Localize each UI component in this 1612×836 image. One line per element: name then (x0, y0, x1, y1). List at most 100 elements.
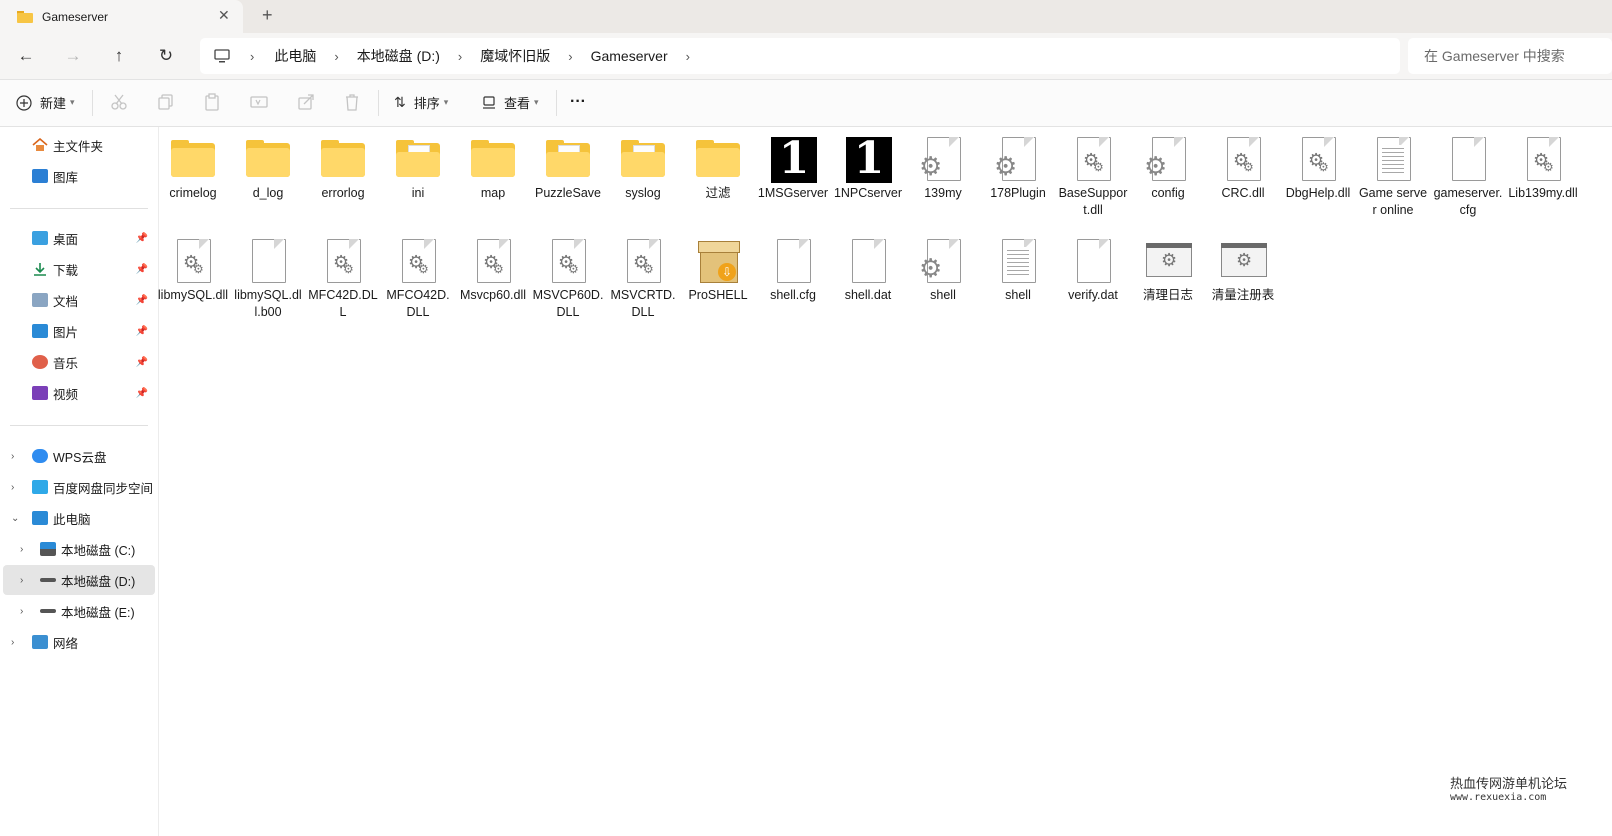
file-item[interactable]: ⚙ shell (907, 237, 979, 304)
forward-button[interactable]: → (59, 43, 87, 69)
file-item[interactable]: shell.dat (832, 237, 904, 304)
file-item[interactable]: verify.dat (1057, 237, 1129, 304)
file-name: 139my (924, 186, 962, 200)
sidebar-item-music[interactable]: 音乐 📌 (0, 347, 158, 377)
sidebar-item-documents[interactable]: 文档 📌 (0, 285, 158, 315)
file-item[interactable]: shell (982, 237, 1054, 304)
more-options-button[interactable]: ··· (570, 93, 586, 111)
pin-icon[interactable]: 📌 (136, 357, 148, 368)
new-button[interactable]: 新建 ▾ (16, 93, 75, 112)
chevron-right-icon[interactable]: › (20, 575, 23, 586)
chevron-right-icon[interactable]: › (20, 606, 23, 617)
chevron-down-icon[interactable]: ⌄ (11, 513, 19, 524)
sidebar-item-home[interactable]: 主文件夹 (0, 130, 158, 160)
breadcrumb-separator: › (457, 48, 463, 64)
chevron-right-icon[interactable]: › (11, 637, 14, 648)
folder-item[interactable]: PuzzleSave (532, 135, 604, 202)
pin-icon[interactable]: 📌 (136, 295, 148, 306)
sidebar-item-network[interactable]: › 网络 (0, 627, 158, 657)
folder-item[interactable]: syslog (607, 135, 679, 202)
sort-button[interactable]: ⇅ 排序 ▾ (394, 93, 448, 112)
share-icon[interactable] (297, 93, 315, 111)
breadcrumb-item[interactable]: Gameserver (591, 48, 668, 64)
view-button[interactable]: 查看 ▾ (482, 93, 539, 112)
file-item[interactable]: ⚙ ⚙ CRC.dll (1207, 135, 1279, 202)
chevron-right-icon[interactable]: › (11, 482, 14, 493)
chevron-right-icon[interactable]: › (11, 451, 14, 462)
command-toolbar: 新建 ▾ ⇅ 排序 ▾ 查看 ▾ ··· (0, 80, 1612, 127)
folder-icon (544, 135, 592, 183)
file-item[interactable]: ⚙ ⚙ MFCO42D.DLL (382, 237, 454, 320)
breadcrumb-item[interactable]: 本地磁盘 (D:) (357, 46, 440, 66)
back-button[interactable]: ← (12, 43, 40, 69)
file-item[interactable]: ⚙ 139my (907, 135, 979, 202)
folder-item[interactable]: errorlog (307, 135, 379, 202)
file-item[interactable]: gameserver.cfg (1432, 135, 1504, 218)
file-item[interactable]: ⚙ ⚙ Lib139my.dll (1507, 135, 1579, 202)
up-button[interactable]: ↑ (105, 43, 133, 69)
folder-item[interactable]: crimelog (157, 135, 229, 202)
file-item[interactable]: ⚙ 清量注册表 (1207, 237, 1279, 304)
file-item[interactable]: libmySQL.dll.b00 (232, 237, 304, 320)
cut-icon[interactable] (110, 93, 128, 111)
pin-icon[interactable]: 📌 (136, 388, 148, 399)
breadcrumb-item[interactable]: 此电脑 (274, 46, 316, 66)
sidebar-divider (10, 425, 148, 426)
file-item[interactable]: ⚙ ⚙ Msvcp60.dll (457, 237, 529, 304)
pin-icon[interactable]: 📌 (136, 326, 148, 337)
file-item[interactable]: ⚙ 178Plugin (982, 135, 1054, 202)
sidebar-item-label: 网络 (53, 636, 79, 651)
sidebar-item-wps-cloud[interactable]: › WPS云盘 (0, 441, 158, 471)
address-bar[interactable]: › 此电脑 › 本地磁盘 (D:) › 魔域怀旧版 › Gameserver › (200, 38, 1400, 74)
pin-icon[interactable]: 📌 (136, 233, 148, 244)
folder-item[interactable]: ini (382, 135, 454, 202)
refresh-button[interactable]: ↻ (152, 43, 180, 69)
file-item[interactable]: ⚙ ⚙ MSVCP60D.DLL (532, 237, 604, 320)
file-name: BaseSupport.dll (1058, 186, 1128, 217)
file-item[interactable]: ⚙ config (1132, 135, 1204, 202)
settings-file-icon: ⚙ (994, 135, 1042, 183)
file-item[interactable]: ⚙ ⚙ DbgHelp.dll (1282, 135, 1354, 202)
file-item[interactable]: ⚙ ⚙ BaseSupport.dll (1057, 135, 1129, 218)
file-item[interactable]: ⚙ ⚙ MSVCRTD.DLL (607, 237, 679, 320)
tab-bar: Gameserver ✕ + (0, 0, 1612, 33)
tab-gameserver[interactable]: Gameserver ✕ (0, 0, 243, 33)
file-item[interactable]: 1 1NPCserver (832, 135, 904, 202)
folder-icon (319, 135, 367, 183)
copy-icon[interactable] (157, 93, 175, 111)
folder-item[interactable]: map (457, 135, 529, 202)
file-item[interactable]: shell.cfg (757, 237, 829, 304)
file-name: CRC.dll (1221, 186, 1265, 200)
file-item[interactable]: 1 1MSGserver (757, 135, 829, 202)
search-input[interactable]: 在 Gameserver 中搜索 (1408, 38, 1612, 74)
dll-file-icon: ⚙ ⚙ (1219, 135, 1267, 183)
pin-icon[interactable]: 📌 (136, 264, 148, 275)
file-item[interactable]: ⚙ 清理日志 (1132, 237, 1204, 304)
delete-icon[interactable] (343, 93, 361, 111)
file-item[interactable]: Game server online (1357, 135, 1429, 218)
file-item[interactable]: ⚙ ⚙ MFC42D.DLL (307, 237, 379, 320)
sidebar-item-drive-c[interactable]: › 本地磁盘 (C:) (0, 534, 158, 564)
close-tab-button[interactable]: ✕ (218, 7, 230, 24)
sidebar-item-videos[interactable]: 视频 📌 (0, 378, 158, 408)
plus-circle-icon (16, 94, 32, 111)
rename-icon[interactable] (250, 93, 268, 111)
sidebar-item-gallery[interactable]: 图库 (0, 161, 158, 191)
breadcrumb-separator: › (568, 48, 573, 64)
sidebar-item-drive-e[interactable]: › 本地磁盘 (E:) (0, 596, 158, 626)
paste-icon[interactable] (203, 93, 221, 111)
sidebar-item-pictures[interactable]: 图片 📌 (0, 316, 158, 346)
sidebar-item-desktop[interactable]: 桌面 📌 (0, 223, 158, 253)
folder-item[interactable]: d_log (232, 135, 304, 202)
new-tab-button[interactable]: + (262, 5, 273, 26)
breadcrumb-item[interactable]: 魔域怀旧版 (480, 46, 550, 66)
chevron-down-icon: ▾ (70, 97, 75, 107)
folder-item[interactable]: 过滤 (682, 135, 754, 202)
file-item[interactable]: ⚙ ⚙ libmySQL.dll (157, 237, 229, 304)
sidebar-item-drive-d[interactable]: › 本地磁盘 (D:) (3, 565, 155, 595)
sidebar-item-downloads[interactable]: 下载 📌 (0, 254, 158, 284)
sidebar-item-this-pc[interactable]: ⌄ 此电脑 (0, 503, 158, 533)
chevron-right-icon[interactable]: › (20, 544, 23, 555)
file-item[interactable]: ⇩ ProSHELL (682, 237, 754, 304)
sidebar-item-baidu[interactable]: › 百度网盘同步空间 (0, 472, 158, 502)
